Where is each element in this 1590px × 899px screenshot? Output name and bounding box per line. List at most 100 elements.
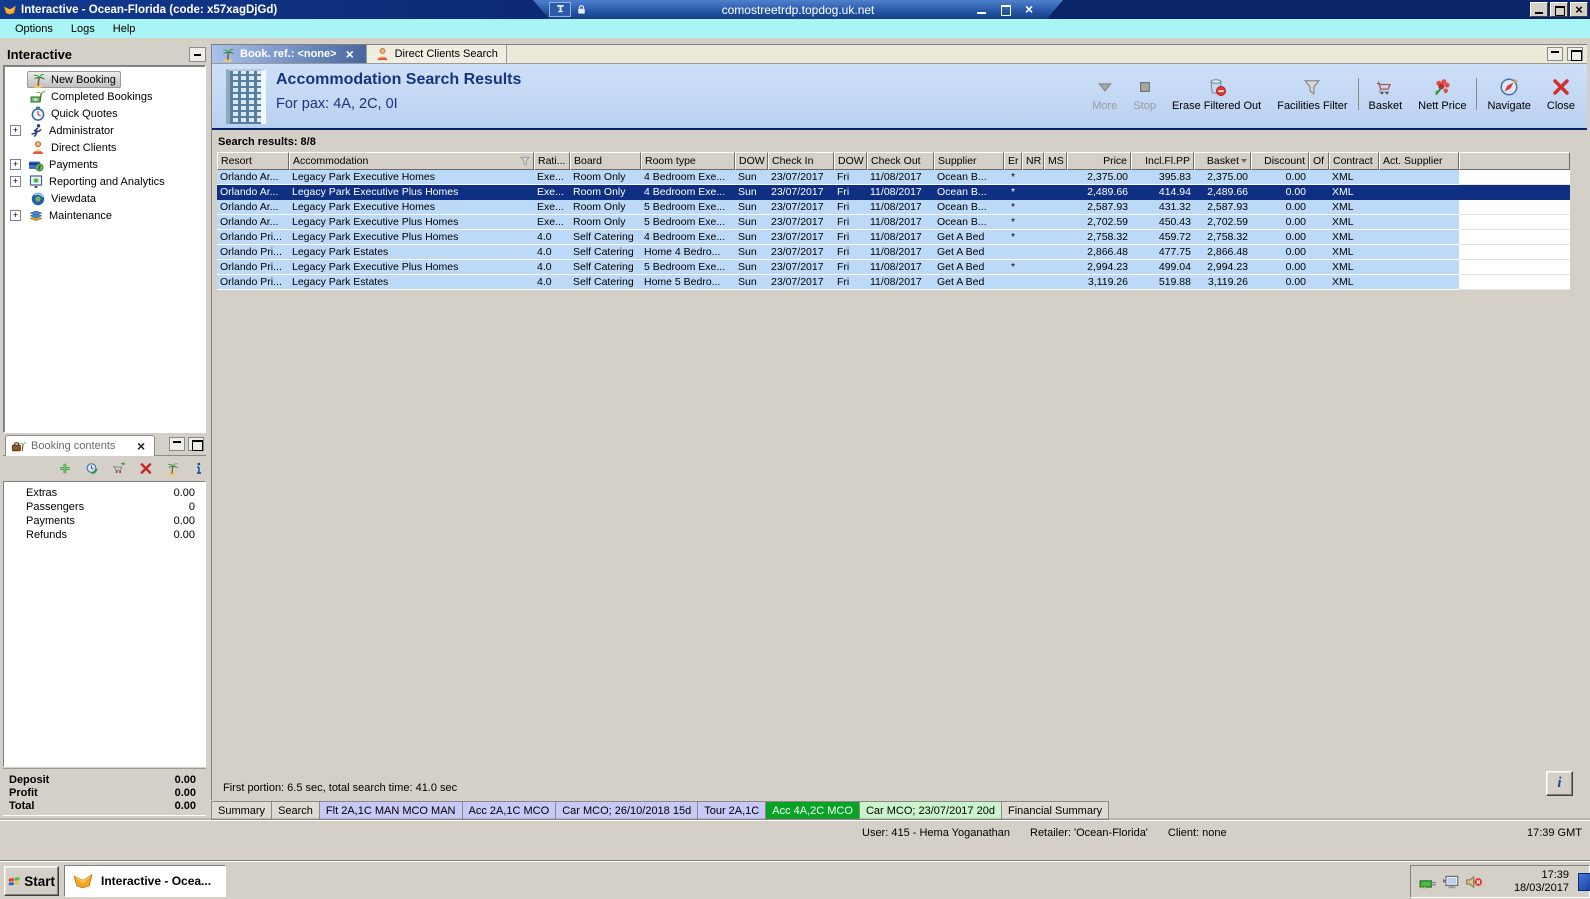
bottom-tab-summary[interactable]: Summary — [211, 801, 273, 820]
expand-box[interactable] — [10, 159, 21, 170]
content-maximize-button[interactable] — [1567, 47, 1583, 61]
sort-indicator-icon — [1241, 159, 1247, 164]
toolbar-button-close[interactable]: Close — [1539, 76, 1583, 112]
network-icon[interactable] — [1419, 873, 1437, 891]
cell-board: Self Catering — [570, 260, 641, 275]
table-row[interactable]: Orlando Pri... Legacy Park Executive Plus… — [217, 230, 1570, 245]
clock-icon — [30, 106, 46, 122]
close-button[interactable] — [1570, 2, 1588, 17]
column-header-price[interactable]: Price — [1067, 152, 1131, 170]
table-row[interactable]: Orlando Pri... Legacy Park Estates 4.0 Self… — [217, 275, 1570, 290]
table-row[interactable]: Orlando Pri... Legacy Park Estates 4.0 Self… — [217, 245, 1570, 260]
taskbar-item-interactive[interactable]: Interactive - Ocea... — [64, 865, 226, 897]
menu-item-logs[interactable]: Logs — [62, 21, 104, 37]
sidebar-item-maintenance[interactable]: Maintenance — [4, 207, 205, 224]
column-header-dow[interactable]: DOW — [834, 152, 867, 170]
column-header-act-supplier[interactable]: Act. Supplier — [1379, 152, 1459, 170]
sidebar-item-administrator[interactable]: Administrator — [4, 122, 205, 139]
sidebar-collapse-button[interactable] — [189, 46, 206, 62]
column-header-of[interactable]: Of — [1309, 152, 1329, 170]
panel-minimize-button[interactable] — [169, 437, 185, 451]
toolbar-button-basket[interactable]: Basket — [1361, 76, 1411, 112]
toolbar-button-erase-filtered-out[interactable]: Erase Filtered Out — [1164, 76, 1269, 112]
bottom-tab-car-mco-23-07-2017-20d[interactable]: Car MCO; 23/07/2017 20d — [859, 801, 1002, 820]
column-header-nr[interactable]: NR — [1022, 152, 1044, 170]
info-button[interactable]: i — [1546, 771, 1573, 796]
table-row[interactable]: Orlando Ar... Legacy Park Executive Plus … — [217, 215, 1570, 230]
column-header-room-type[interactable]: Room type — [641, 152, 735, 170]
expand-box[interactable] — [10, 210, 21, 221]
column-header-basket[interactable]: Basket — [1194, 152, 1251, 170]
minimize-button[interactable] — [1530, 2, 1548, 17]
bottom-tab-flt-2a-1c-man-mco-man[interactable]: Flt 2A,1C MAN MCO MAN — [319, 801, 463, 820]
delete-icon[interactable] — [139, 460, 153, 477]
column-header-accommodation[interactable]: Accommodation — [289, 152, 534, 170]
sidebar-item-payments[interactable]: Payments — [4, 156, 205, 173]
column-header-board[interactable]: Board — [570, 152, 641, 170]
bottom-tab-acc-2a-1c-mco[interactable]: Acc 2A,1C MCO — [462, 801, 557, 820]
add-icon[interactable] — [58, 460, 72, 477]
rdp-minimize-button[interactable] — [975, 3, 989, 16]
tab-book-ref-none[interactable]: Book. ref.: <none> — [212, 45, 367, 63]
cell-act-supplier — [1379, 245, 1459, 260]
column-header-rati[interactable]: Rati... — [534, 152, 570, 170]
restore-button[interactable] — [1550, 2, 1568, 17]
toolbar-button-nett-price[interactable]: Nett Price — [1410, 76, 1474, 112]
menu-item-options[interactable]: Options — [6, 21, 62, 37]
refresh-icon[interactable] — [85, 460, 99, 477]
column-header-label: Resort — [221, 155, 252, 167]
cart-arrow-icon[interactable] — [112, 460, 126, 477]
rdp-close-button[interactable] — [1023, 3, 1037, 16]
column-header-resort[interactable]: Resort — [217, 152, 289, 170]
column-header-discount[interactable]: Discount — [1251, 152, 1309, 170]
volume-muted-icon[interactable] — [1465, 873, 1483, 891]
bottom-tab-financial-summary[interactable]: Financial Summary — [1001, 801, 1110, 820]
palm-icon[interactable] — [165, 460, 179, 477]
toolbar-button-facilities-filter[interactable]: Facilities Filter — [1269, 76, 1355, 112]
column-header-er[interactable]: Er — [1004, 152, 1022, 170]
menu-item-help[interactable]: Help — [104, 21, 145, 37]
sidebar-panel: Interactive New Booking Completed Booking… — [3, 44, 208, 816]
cell-check-out: 11/08/2017 — [867, 275, 934, 290]
toolbar-button-navigate[interactable]: Navigate — [1479, 76, 1538, 112]
expand-box[interactable] — [10, 176, 21, 187]
tab-direct-clients-search[interactable]: Direct Clients Search — [366, 45, 507, 63]
column-header-dow[interactable]: DOW — [735, 152, 768, 170]
bottom-tab-acc-4a-2c-mco[interactable]: Acc 4A,2C MCO — [766, 801, 860, 820]
column-filter-icon[interactable] — [519, 155, 531, 167]
booking-contents-tab[interactable]: Booking contents — [5, 435, 155, 456]
info-icon[interactable] — [192, 460, 206, 477]
sidebar-item-quick-quotes[interactable]: Quick Quotes — [4, 105, 205, 122]
column-header-incl-fl-pp[interactable]: Incl.Fl.PP — [1131, 152, 1194, 170]
tray-partial-icon[interactable] — [1578, 872, 1590, 891]
column-header-ms[interactable]: MS — [1044, 152, 1067, 170]
expand-box[interactable] — [10, 125, 21, 136]
table-row[interactable]: Orlando Ar... Legacy Park Executive Plus … — [217, 185, 1570, 200]
column-header-contract[interactable]: Contract — [1329, 152, 1379, 170]
rdp-restore-button[interactable] — [999, 3, 1013, 16]
column-header-check-out[interactable]: Check Out — [867, 152, 934, 170]
cell-price: 2,994.23 — [1067, 260, 1131, 275]
column-header-check-in[interactable]: Check In — [768, 152, 834, 170]
content-minimize-button[interactable] — [1547, 47, 1563, 61]
panel-maximize-button[interactable] — [188, 437, 204, 451]
tab-close-icon[interactable] — [345, 46, 358, 62]
cell-rati: 4.0 — [534, 230, 570, 245]
booking-contents-close-icon[interactable] — [136, 438, 149, 454]
bottom-tab-car-mco-26-10-2018-15d[interactable]: Car MCO; 26/10/2018 15d — [556, 801, 699, 820]
sidebar-item-direct-clients[interactable]: Direct Clients — [4, 139, 205, 156]
sidebar-item-reporting-and-analytics[interactable]: Reporting and Analytics — [4, 173, 205, 190]
start-button[interactable]: Start — [4, 866, 59, 896]
sidebar-item-new-booking[interactable]: New Booking — [4, 71, 205, 88]
bottom-tab-search[interactable]: Search — [272, 801, 320, 820]
table-row[interactable]: Orlando Ar... Legacy Park Executive Homes… — [217, 200, 1570, 215]
column-header-supplier[interactable]: Supplier — [934, 152, 1004, 170]
status-clock: 17:39 GMT — [1526, 827, 1582, 839]
sidebar-item-viewdata[interactable]: Viewdata — [4, 190, 205, 207]
column-header-label: Accommodation — [293, 155, 369, 167]
table-row[interactable]: Orlando Pri... Legacy Park Executive Plus… — [217, 260, 1570, 275]
sidebar-item-completed-bookings[interactable]: Completed Bookings — [4, 88, 205, 105]
monitor-plug-icon[interactable] — [1442, 873, 1460, 891]
bottom-tab-tour-2a-1c[interactable]: Tour 2A,1C — [698, 801, 767, 820]
table-row[interactable]: Orlando Ar... Legacy Park Executive Homes… — [217, 170, 1570, 185]
